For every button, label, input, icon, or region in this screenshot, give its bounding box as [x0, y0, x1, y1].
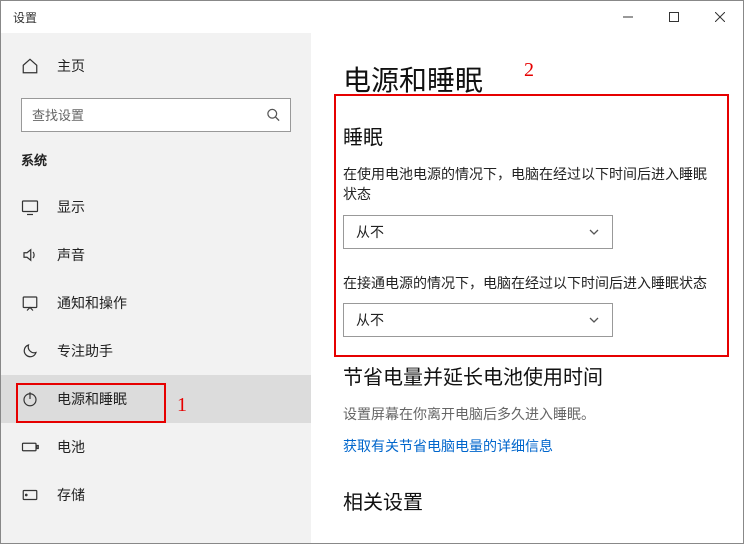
minimize-button[interactable] [605, 1, 651, 33]
sleep-heading: 睡眠 [343, 121, 719, 150]
home-icon [21, 57, 39, 75]
home-label: 主页 [57, 56, 85, 76]
window-controls [605, 1, 743, 33]
minimize-icon [623, 12, 633, 22]
sleep-plugged-value: 从不 [356, 310, 384, 330]
maximize-icon [669, 12, 679, 22]
sleep-plugged-select[interactable]: 从不 [343, 303, 613, 337]
sidebar-item-display[interactable]: 显示 [1, 183, 311, 231]
sidebar-item-storage[interactable]: 存储 [1, 471, 311, 519]
page-title: 电源和睡眠 [343, 59, 719, 99]
sidebar-item-power-sleep[interactable]: 电源和睡眠 [1, 375, 311, 423]
sidebar-item-label: 声音 [57, 245, 85, 265]
sidebar-item-label: 存储 [57, 485, 85, 505]
sidebar-item-label: 显示 [57, 197, 85, 217]
sound-icon [21, 246, 39, 264]
save-power-link[interactable]: 获取有关节省电脑电量的详细信息 [343, 436, 553, 456]
sidebar-item-sound[interactable]: 声音 [1, 231, 311, 279]
home-link[interactable]: 主页 [1, 46, 311, 86]
chevron-down-icon [588, 226, 600, 238]
sidebar-item-label: 专注助手 [57, 341, 113, 361]
close-button[interactable] [697, 1, 743, 33]
sidebar-item-battery[interactable]: 电池 [1, 423, 311, 471]
save-power-desc: 设置屏幕在你离开电脑后多久进入睡眠。 [343, 404, 719, 424]
save-power-heading: 节省电量并延长电池使用时间 [343, 361, 719, 390]
titlebar: 设置 [1, 1, 743, 33]
notification-icon [21, 294, 39, 312]
sleep-battery-select[interactable]: 从不 [343, 215, 613, 249]
sleep-plugged-label: 在接通电源的情况下，电脑在经过以下时间后进入睡眠状态 [343, 273, 719, 293]
sleep-battery-label: 在使用电池电源的情况下，电脑在经过以下时间后进入睡眠状态 [343, 164, 719, 205]
related-heading: 相关设置 [343, 486, 719, 515]
moon-icon [21, 342, 39, 360]
battery-icon [21, 438, 39, 456]
search-input[interactable] [21, 98, 291, 132]
search-icon [266, 108, 281, 123]
storage-icon [21, 486, 39, 504]
nav-group-system: 系统 [1, 150, 311, 169]
sidebar-item-notifications[interactable]: 通知和操作 [1, 279, 311, 327]
sidebar-item-focus-assist[interactable]: 专注助手 [1, 327, 311, 375]
sidebar-item-label: 电池 [57, 437, 85, 457]
close-icon [715, 12, 725, 22]
sidebar-item-label: 电源和睡眠 [57, 389, 127, 409]
main-panel: 电源和睡眠 睡眠 在使用电池电源的情况下，电脑在经过以下时间后进入睡眠状态 从不… [311, 33, 743, 543]
power-icon [21, 390, 39, 408]
sleep-battery-value: 从不 [356, 222, 384, 242]
sidebar-item-label: 通知和操作 [57, 293, 127, 313]
chevron-down-icon [588, 314, 600, 326]
maximize-button[interactable] [651, 1, 697, 33]
search-box[interactable] [21, 98, 291, 132]
window-title: 设置 [13, 9, 605, 26]
sidebar: 主页 系统 显示 声音 通知和操作 专注助手 电源和睡眠 电池 [1, 33, 311, 543]
display-icon [21, 198, 39, 216]
